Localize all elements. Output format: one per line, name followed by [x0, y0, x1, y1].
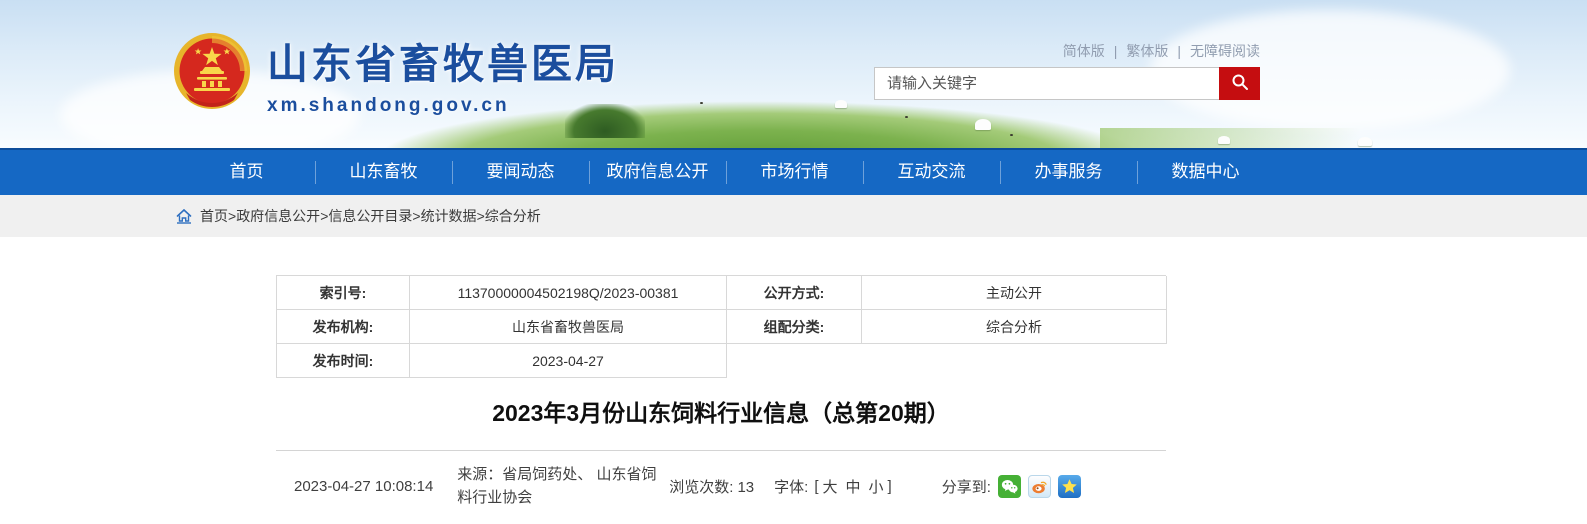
header-photo-yurt — [1218, 136, 1230, 144]
publish-method-label: 公开方式: — [727, 276, 862, 310]
publish-method-value: 主动公开 — [862, 276, 1167, 310]
link-simplified-chinese[interactable]: 简体版 — [1063, 41, 1105, 61]
top-utility-links: 简体版 | 繁体版 | 无障碍阅读 — [1063, 41, 1260, 61]
view-count-value: 13 — [737, 479, 754, 496]
table-empty-area — [727, 344, 1167, 378]
font-size-small[interactable]: 小 — [869, 476, 884, 497]
qzone-share-icon[interactable] — [1058, 475, 1081, 498]
breadcrumb: 首页 > 政府信息公开 > 信息公开目录 > 统计数据 > 综合分析 — [0, 195, 1587, 237]
main-nav: 首页 山东畜牧 要闻动态 政府信息公开 市场行情 互动交流 办事服务 数据中心 — [0, 148, 1587, 195]
weibo-share-icon[interactable] — [1028, 475, 1051, 498]
header-photo-yurt — [1358, 137, 1372, 146]
category-label: 组配分类: — [727, 310, 862, 344]
view-count-label: 浏览次数: — [669, 479, 733, 496]
category-value: 综合分析 — [862, 310, 1167, 344]
breadcrumb-separator: > — [477, 208, 485, 224]
nav-item-shandong-xumu[interactable]: 山东畜牧 — [315, 150, 452, 195]
header-photo-yurt — [975, 119, 991, 130]
link-traditional-chinese[interactable]: 繁体版 — [1126, 41, 1168, 61]
page-title: 2023年3月份山东饲料行业信息（总第20期） — [276, 394, 1166, 428]
search-button[interactable] — [1219, 67, 1260, 100]
publish-date-value: 2023-04-27 — [410, 344, 727, 378]
header-photo-cattle — [700, 102, 703, 104]
home-icon — [176, 209, 192, 224]
publish-date-label: 发布时间: — [277, 344, 410, 378]
nav-item-services[interactable]: 办事服务 — [1000, 150, 1137, 195]
publish-org-label: 发布机构: — [277, 310, 410, 344]
title-divider — [276, 450, 1166, 451]
breadcrumb-item-directory[interactable]: 信息公开目录 — [328, 206, 412, 226]
index-number-label: 索引号: — [277, 276, 410, 310]
font-size-medium[interactable]: 中 — [846, 476, 861, 497]
article-source: 来源：省局饲药处、 山东省饲料行业协会 — [457, 463, 663, 510]
link-separator: | — [1114, 43, 1118, 59]
document-info-table: 索引号: 11370000004502198Q/2023-00381 公开方式:… — [276, 275, 1166, 378]
nav-item-home[interactable]: 首页 — [178, 150, 315, 195]
nav-item-interaction[interactable]: 互动交流 — [863, 150, 1000, 195]
publish-org-value: 山东省畜牧兽医局 — [410, 310, 727, 344]
font-size-label: 字体: — [774, 476, 808, 497]
search-input[interactable] — [874, 67, 1219, 100]
font-bracket-open: [ — [814, 478, 818, 495]
breadcrumb-item-statistics[interactable]: 统计数据 — [421, 206, 477, 226]
header-photo-yurt — [835, 100, 847, 108]
site-header: 山东省畜牧兽医局 xm.shandong.gov.cn 简体版 | 繁体版 | … — [0, 0, 1587, 148]
breadcrumb-separator: > — [320, 208, 328, 224]
publish-timestamp: 2023-04-27 10:08:14 — [294, 478, 433, 495]
nav-item-gov-info[interactable]: 政府信息公开 — [589, 150, 726, 195]
breadcrumb-item-gov-info[interactable]: 政府信息公开 — [236, 206, 320, 226]
header-photo-cattle — [905, 116, 908, 118]
search-bar — [874, 67, 1260, 100]
site-title: 山东省畜牧兽医局 — [267, 30, 619, 90]
font-bracket-close: ] — [888, 478, 892, 495]
breadcrumb-separator: > — [412, 208, 420, 224]
link-separator: | — [1177, 43, 1181, 59]
index-number-value: 11370000004502198Q/2023-00381 — [410, 276, 727, 310]
search-icon — [1231, 73, 1249, 94]
nav-item-data-center[interactable]: 数据中心 — [1137, 150, 1274, 195]
nav-item-news[interactable]: 要闻动态 — [452, 150, 589, 195]
national-emblem-icon — [172, 31, 252, 116]
nav-item-market[interactable]: 市场行情 — [726, 150, 863, 195]
wechat-share-icon[interactable] — [998, 475, 1021, 498]
header-photo-cattle — [1010, 134, 1013, 136]
header-photo-grass — [1100, 128, 1360, 148]
article-detail: 索引号: 11370000004502198Q/2023-00381 公开方式:… — [276, 275, 1166, 510]
view-count: 浏览次数:13 — [669, 476, 754, 497]
breadcrumb-item-home[interactable]: 首页 — [200, 206, 228, 226]
share-bar: 分享到: — [942, 475, 1081, 498]
article-meta: 2023-04-27 10:08:14 来源：省局饲药处、 山东省饲料行业协会 … — [276, 463, 1166, 510]
share-label: 分享到: — [942, 476, 991, 497]
breadcrumb-item-current: 综合分析 — [485, 206, 541, 226]
link-accessibility[interactable]: 无障碍阅读 — [1190, 41, 1260, 61]
breadcrumb-separator: > — [228, 208, 236, 224]
font-size-large[interactable]: 大 — [823, 476, 838, 497]
font-size-control: 字体: [ 大 中 小 ] — [774, 476, 892, 497]
site-logo[interactable]: 山东省畜牧兽医局 xm.shandong.gov.cn — [172, 30, 619, 117]
site-url: xm.shandong.gov.cn — [267, 95, 619, 117]
